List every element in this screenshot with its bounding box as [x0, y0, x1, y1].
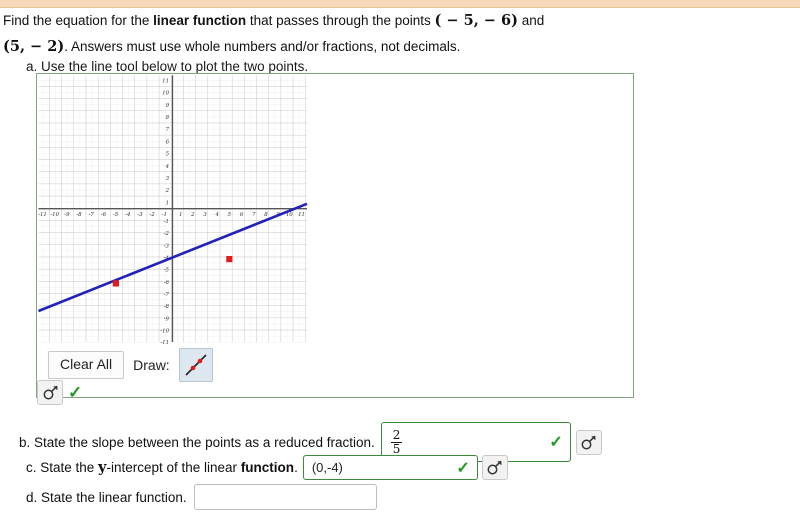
- svg-text:-5: -5: [113, 212, 119, 218]
- svg-text:-10: -10: [50, 212, 59, 218]
- part-c-tool-button[interactable]: [481, 455, 508, 480]
- svg-text:-6: -6: [101, 212, 107, 218]
- problem-point-1: ( − 5, − 6): [434, 12, 518, 29]
- part-b-tool-button[interactable]: [575, 429, 602, 455]
- line-tool-button[interactable]: [178, 348, 213, 382]
- graph-svg[interactable]: -11 -10 -9 -8 -7 -6 -5 -4 -3 -2 -1 1 2 3…: [37, 74, 309, 344]
- svg-text:4: 4: [165, 164, 170, 170]
- svg-text:1: 1: [179, 212, 182, 218]
- svg-text:-3: -3: [164, 243, 170, 249]
- line-with-two-points-icon: [185, 354, 207, 376]
- part-a-label: a. Use the line tool below to plot the t…: [26, 59, 309, 74]
- problem-statement: Find the equation for the linear functio…: [3, 8, 643, 60]
- svg-text:-1: -1: [162, 212, 167, 218]
- y-intercept-value: (0,-4): [311, 460, 343, 475]
- plotted-point-2[interactable]: [226, 256, 233, 263]
- svg-text:-1: -1: [164, 219, 169, 225]
- part-a-tool-button[interactable]: [37, 380, 63, 405]
- y-intercept-answer-field[interactable]: (0,-4) ✓: [302, 455, 478, 480]
- svg-text:-6: -6: [164, 280, 170, 286]
- svg-text:8: 8: [264, 212, 268, 218]
- problem-text-mid: that passes through the points: [246, 13, 435, 28]
- svg-text:-5: -5: [164, 268, 170, 274]
- part-a-correct-check: ✓: [68, 383, 83, 402]
- svg-text:-3: -3: [137, 212, 143, 218]
- svg-text:9: 9: [166, 103, 170, 109]
- svg-text:-4: -4: [125, 212, 131, 218]
- svg-text:-11: -11: [160, 340, 169, 344]
- svg-text:5: 5: [228, 212, 232, 218]
- part-c-label-pre: c. State the: [26, 460, 99, 475]
- svg-text:-11: -11: [38, 212, 47, 218]
- slope-numerator: 2: [392, 427, 401, 442]
- svg-text:-7: -7: [164, 292, 170, 298]
- problem-term-linear-function: linear function: [153, 13, 247, 28]
- slope-fraction-value: 2 5: [390, 427, 403, 456]
- slope-denominator: 5: [390, 441, 403, 456]
- svg-text:-7: -7: [89, 212, 95, 218]
- part-c-label: c. State the y-intercept of the linear f…: [26, 459, 298, 476]
- svg-text:4: 4: [214, 212, 219, 218]
- plotted-point-1[interactable]: [112, 280, 119, 287]
- problem-text-rest: . Answers must use whole numbers and/or …: [64, 39, 461, 54]
- part-a-status-row: ✓: [37, 380, 82, 405]
- svg-text:3: 3: [203, 212, 207, 218]
- part-c-label-bold: function: [240, 460, 295, 475]
- svg-text:6: 6: [240, 212, 244, 218]
- svg-text:11: 11: [162, 79, 169, 85]
- part-d-label: d. State the linear function.: [26, 489, 187, 505]
- part-c-row: c. State the y-intercept of the linear f…: [26, 455, 508, 480]
- mars-pointer-icon: [487, 460, 502, 475]
- svg-text:7: 7: [252, 212, 256, 218]
- part-b-label: b. State the slope between the points as…: [19, 434, 375, 450]
- svg-text:-9: -9: [64, 212, 70, 218]
- svg-text:-9: -9: [164, 316, 170, 322]
- part-d-row: d. State the linear function.: [26, 484, 377, 510]
- graph-toolbar: Clear All Draw:: [48, 348, 213, 382]
- svg-text:6: 6: [166, 139, 170, 145]
- draw-label: Draw:: [133, 357, 170, 373]
- svg-text:-2: -2: [164, 231, 170, 237]
- svg-text:2: 2: [190, 212, 195, 218]
- svg-text:7: 7: [166, 127, 170, 133]
- top-accent-bar: [0, 0, 800, 8]
- mars-pointer-icon: [43, 385, 58, 400]
- problem-text-post: and: [517, 13, 545, 28]
- problem-text-pre: Find the equation for the: [3, 13, 154, 28]
- svg-text:-8: -8: [76, 212, 82, 218]
- coordinate-graph[interactable]: -11 -10 -9 -8 -7 -6 -5 -4 -3 -2 -1 1 2 3…: [37, 74, 309, 344]
- svg-text:10: 10: [162, 91, 169, 97]
- part-c-label-post: .: [294, 460, 298, 475]
- svg-text:2: 2: [165, 188, 170, 194]
- svg-text:3: 3: [166, 176, 170, 182]
- part-c-label-mid: -intercept of the linear: [106, 460, 241, 475]
- part-c-correct-check: ✓: [456, 459, 470, 477]
- part-b-correct-check: ✓: [549, 434, 563, 451]
- mars-pointer-icon: [581, 435, 596, 449]
- linear-function-input[interactable]: [193, 484, 377, 510]
- svg-text:-10: -10: [160, 329, 169, 335]
- svg-text:5: 5: [166, 152, 170, 158]
- svg-text:-8: -8: [164, 304, 170, 310]
- problem-point-2: (5, − 2): [3, 38, 65, 55]
- svg-text:-2: -2: [149, 212, 155, 218]
- svg-text:8: 8: [166, 115, 170, 121]
- svg-text:11: 11: [298, 212, 305, 218]
- clear-all-button[interactable]: Clear All: [48, 351, 125, 379]
- svg-text:1: 1: [166, 200, 169, 206]
